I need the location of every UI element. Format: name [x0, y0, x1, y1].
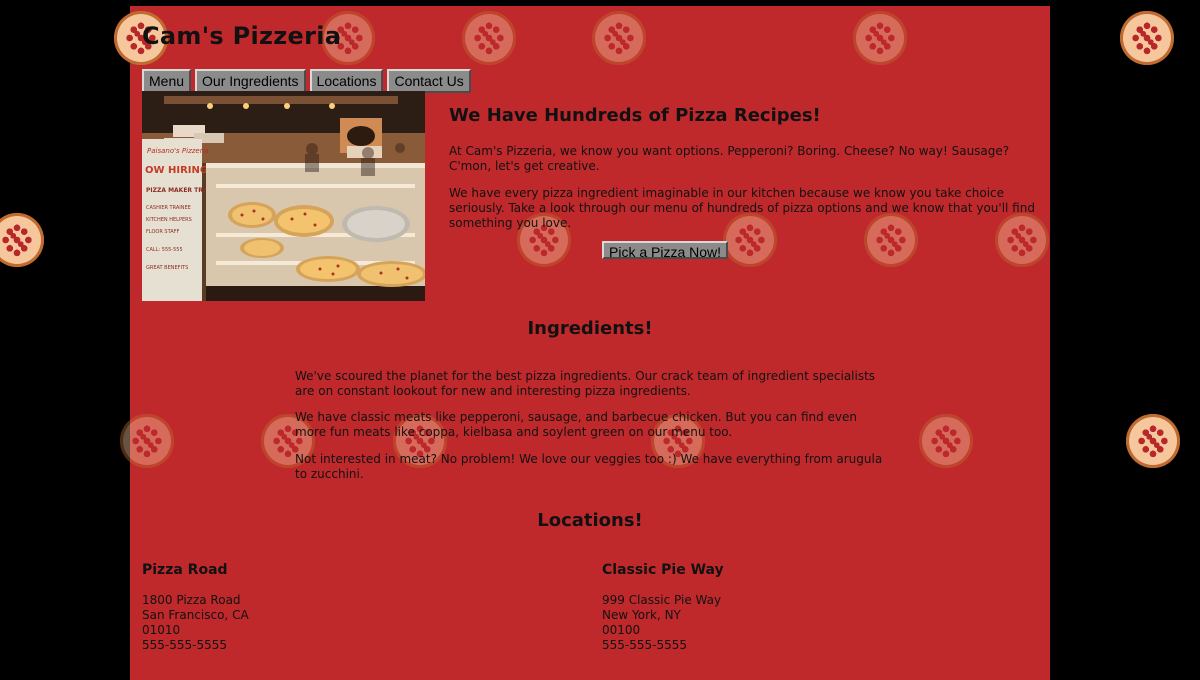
location-street: 1800 Pizza Road [142, 593, 241, 607]
ingredients-paragraph-1: We've scoured the planet for the best pi… [295, 369, 876, 398]
svg-text:FLOOR STAFF: FLOOR STAFF [146, 229, 180, 235]
location-city: San Francisco, CA [142, 608, 249, 622]
main-nav: Menu Our Ingredients Locations Contact U… [142, 69, 471, 93]
location-phone: 555-555-5555 [142, 638, 228, 652]
nav-menu-button[interactable]: Menu [142, 69, 192, 93]
svg-text:GREAT BENEFITS: GREAT BENEFITS [146, 265, 188, 271]
pizza-icon [1126, 414, 1180, 468]
pizza-icon [1120, 11, 1174, 65]
pizza-icon [853, 11, 907, 65]
pizza-icon [0, 213, 44, 267]
pizza-icon [592, 11, 646, 65]
pizza-icon [462, 11, 516, 65]
location-card-classic-pie-way: Classic Pie Way 999 Classic Pie Way New … [602, 562, 902, 653]
location-address: 1800 Pizza Road San Francisco, CA 01010 … [142, 593, 442, 653]
location-address: 999 Classic Pie Way New York, NY 00100 5… [602, 593, 902, 653]
pizza-shop-photo: Paisano's Pizzeria OW HIRING PIZZA MAKER… [142, 91, 425, 301]
location-name: Classic Pie Way [602, 562, 724, 578]
location-phone: 555-555-5555 [602, 638, 688, 652]
svg-text:Paisano's Pizzeria: Paisano's Pizzeria [147, 147, 209, 155]
location-street: 999 Classic Pie Way [602, 593, 722, 607]
location-zip: 01010 [142, 623, 181, 637]
hero-paragraph-2: We have every pizza ingredient imaginabl… [449, 186, 1035, 230]
pizza-icon [919, 414, 973, 468]
location-zip: 00100 [602, 623, 641, 637]
location-city: New York, NY [602, 608, 681, 622]
ingredients-paragraph-2: We have classic meats like pepperoni, sa… [295, 410, 858, 439]
ingredients-title: Ingredients! [527, 318, 653, 339]
hero-headline: We Have Hundreds of Pizza Recipes! [449, 105, 821, 126]
svg-text:CALL: 555-555: CALL: 555-555 [146, 247, 183, 253]
pizza-icon [120, 414, 174, 468]
nav-ingredients-button[interactable]: Our Ingredients [195, 69, 306, 93]
hero-paragraph-1: At Cam's Pizzeria, we know you want opti… [449, 144, 1010, 173]
site-title: Cam's Pizzeria [142, 22, 342, 50]
nav-contact-button[interactable]: Contact Us [387, 69, 471, 93]
location-name: Pizza Road [142, 562, 228, 578]
locations-title: Locations! [537, 510, 643, 531]
svg-text:CASHIER TRAINEE: CASHIER TRAINEE [146, 205, 191, 211]
pizza-shop-illustration: Paisano's Pizzeria OW HIRING PIZZA MAKER… [142, 91, 425, 301]
nav-locations-button[interactable]: Locations [309, 69, 384, 93]
ingredients-paragraph-3: Not interested in meat? No problem! We l… [295, 452, 883, 481]
location-card-pizza-road: Pizza Road 1800 Pizza Road San Francisco… [142, 562, 442, 653]
svg-text:KITCHEN HELPERS: KITCHEN HELPERS [146, 217, 192, 223]
page: Cam's Pizzeria Menu Our Ingredients Loca… [0, 0, 1200, 680]
svg-text:OW HIRING: OW HIRING [145, 165, 208, 176]
pick-pizza-button[interactable]: Pick a Pizza Now! [602, 241, 729, 260]
